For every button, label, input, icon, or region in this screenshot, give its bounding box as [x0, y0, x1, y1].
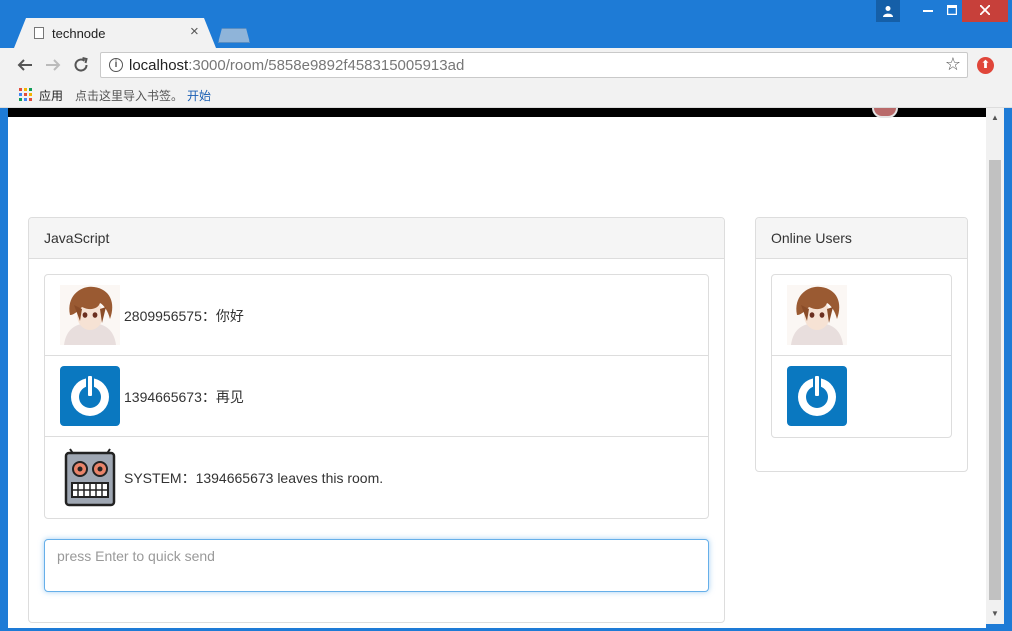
- online-users-title: Online Users: [756, 218, 967, 259]
- message-input[interactable]: [44, 539, 709, 592]
- start-link[interactable]: 开始: [187, 87, 211, 104]
- bookmarks-bar: 应用 点击这里导入书签。 开始: [0, 82, 1012, 108]
- message-item: SYSTEM：1394665673 leaves this room.: [45, 437, 708, 518]
- apps-grid-icon[interactable]: [19, 88, 32, 101]
- bookmark-star-icon[interactable]: ☆: [945, 54, 961, 75]
- message-text: 1394665673：再见: [124, 389, 244, 405]
- maximize-button[interactable]: [942, 0, 962, 22]
- apps-link[interactable]: 应用: [39, 87, 63, 104]
- address-bar[interactable]: i localhost:3000/room/5858e9892f45831500…: [100, 52, 968, 78]
- message-item: 2809956575：你好: [45, 275, 708, 356]
- message-item: 1394665673：再见: [45, 356, 708, 437]
- page-icon: [34, 27, 44, 39]
- import-bookmarks-hint: 点击这里导入书签。: [75, 89, 184, 103]
- scroll-down-icon[interactable]: ▼: [986, 606, 1004, 622]
- robot-avatar: [60, 447, 120, 507]
- close-window-button[interactable]: [962, 0, 1008, 22]
- navbar: [8, 108, 986, 118]
- navbar-avatar[interactable]: [872, 108, 898, 118]
- message-list: 2809956575：你好 1394665673：再见 SYSTEM：13946…: [44, 274, 709, 519]
- new-tab-button[interactable]: [218, 28, 250, 43]
- power-avatar: [60, 366, 120, 426]
- minimize-button[interactable]: [914, 0, 942, 22]
- room-panel: JavaScript 2809956575：你好 1394665673：再见 S…: [28, 217, 725, 623]
- back-icon[interactable]: [14, 54, 36, 76]
- room-title: JavaScript: [29, 218, 724, 259]
- update-icon[interactable]: ⬆: [977, 57, 994, 74]
- info-icon[interactable]: i: [109, 58, 123, 72]
- browser-tab[interactable]: technode ×: [14, 18, 216, 48]
- online-user-item[interactable]: [772, 356, 951, 437]
- reload-icon[interactable]: [70, 54, 92, 76]
- power-avatar: [787, 366, 847, 426]
- user-avatar: [60, 285, 120, 345]
- tab-close-icon[interactable]: ×: [190, 23, 199, 40]
- online-users-list: [771, 274, 952, 438]
- scroll-up-icon[interactable]: ▲: [986, 110, 1004, 126]
- url-text: localhost:3000/room/5858e9892f4583150059…: [129, 57, 465, 74]
- page-viewport: JavaScript 2809956575：你好 1394665673：再见 S…: [8, 108, 986, 628]
- user-avatar: [787, 285, 847, 345]
- forward-icon[interactable]: [42, 54, 64, 76]
- page-scrollbar[interactable]: ▲ ▼: [986, 108, 1004, 624]
- browser-toolbar: i localhost:3000/room/5858e9892f45831500…: [0, 48, 1012, 82]
- browser-titlebar: technode ×: [0, 0, 1012, 48]
- message-text: 2809956575：你好: [124, 308, 244, 324]
- scrollbar-thumb[interactable]: [989, 160, 1001, 600]
- profile-icon[interactable]: [876, 0, 900, 22]
- online-user-item[interactable]: [772, 275, 951, 356]
- tab-title: technode: [52, 26, 106, 41]
- online-users-panel: Online Users: [755, 217, 968, 472]
- message-text: SYSTEM：1394665673 leaves this room.: [124, 470, 384, 486]
